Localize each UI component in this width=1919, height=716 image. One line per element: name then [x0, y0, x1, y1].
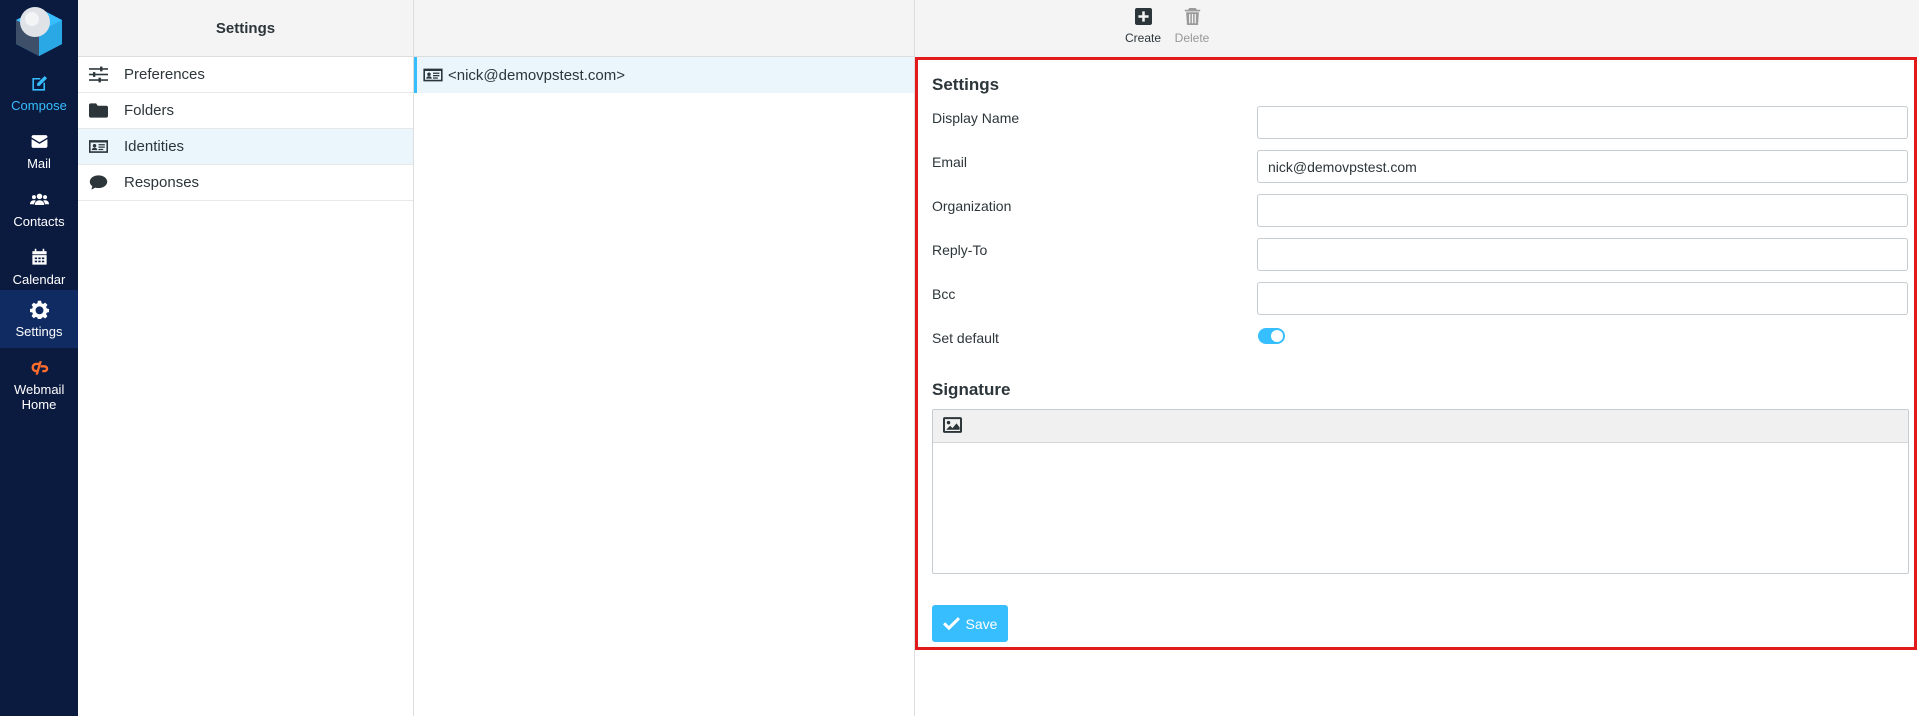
folder-icon: [88, 102, 108, 120]
settings-panel-title: Settings: [78, 0, 413, 57]
signature-textarea[interactable]: [933, 443, 1908, 573]
settings-item-label: Identities: [124, 138, 185, 155]
identity-list-item[interactable]: <nick@demovpstest.com>: [414, 57, 914, 93]
reply-to-label: Reply-To: [932, 242, 988, 258]
organization-label: Organization: [932, 198, 1012, 214]
id-card-icon: [423, 67, 448, 83]
checkmark-icon: [942, 617, 960, 631]
signature-editor: [932, 409, 1909, 574]
settings-item-folders[interactable]: Folders: [78, 93, 413, 129]
identities-panel-header: [414, 0, 914, 57]
compose-icon: [0, 74, 78, 96]
bcc-label: Bcc: [932, 286, 956, 302]
delete-button[interactable]: Delete: [1167, 8, 1217, 45]
insert-image-button[interactable]: [943, 417, 963, 435]
display-name-label: Display Name: [932, 110, 1020, 126]
settings-item-label: Responses: [124, 174, 200, 191]
nav-calendar-label: Calendar: [12, 272, 66, 287]
save-label: Save: [965, 615, 998, 632]
nav-calendar[interactable]: Calendar: [0, 238, 78, 296]
nav-settings-label: Settings: [15, 324, 63, 339]
identity-detail-panel: Create Delete Settings Display Name Emai…: [915, 0, 1919, 716]
id-card-icon: [88, 138, 108, 156]
delete-label: Delete: [1174, 31, 1210, 45]
users-icon: [0, 190, 78, 212]
nav-webmail-home[interactable]: Webmail Home: [0, 348, 78, 412]
settings-item-identities[interactable]: Identities: [78, 129, 413, 165]
set-default-toggle[interactable]: [1258, 328, 1285, 344]
settings-item-label: Folders: [124, 102, 175, 119]
signature-section-title: Signature: [932, 380, 1011, 399]
sliders-icon: [88, 66, 108, 84]
plus-square-icon: [1134, 8, 1152, 25]
trash-icon: [1184, 8, 1200, 25]
main-navigation: Compose Mail Contacts Calendar Settings …: [0, 0, 78, 716]
settings-item-label: Preferences: [124, 66, 205, 83]
set-default-label: Set default: [932, 330, 999, 346]
nav-contacts-label: Contacts: [13, 214, 65, 229]
save-button[interactable]: Save: [932, 605, 1008, 642]
identity-email-label: <nick@demovpstest.com>: [448, 66, 625, 84]
cpanel-icon: [0, 358, 78, 380]
nav-mail-label: Mail: [27, 156, 51, 171]
bcc-input[interactable]: [1257, 282, 1908, 315]
nav-contacts[interactable]: Contacts: [0, 180, 78, 238]
image-icon: [943, 417, 962, 433]
nav-compose[interactable]: Compose: [0, 64, 78, 122]
settings-item-preferences[interactable]: Preferences: [78, 57, 413, 93]
envelope-icon: [0, 132, 78, 154]
toolbar: Create Delete: [915, 0, 1919, 57]
reply-to-input[interactable]: [1257, 238, 1908, 271]
organization-input[interactable]: [1257, 194, 1908, 227]
email-input[interactable]: [1257, 150, 1908, 183]
settings-section-title: Settings: [932, 75, 1000, 94]
nav-webmail-home-label: Webmail Home: [14, 382, 65, 412]
identity-form: Settings Display Name Email Organization…: [915, 57, 1917, 650]
identities-list-panel: <nick@demovpstest.com>: [414, 0, 915, 716]
nav-mail[interactable]: Mail: [0, 122, 78, 180]
create-label: Create: [1124, 31, 1162, 45]
email-label: Email: [932, 154, 968, 170]
settings-list-panel: Settings Preferences Folders Identities …: [78, 0, 414, 716]
settings-item-responses[interactable]: Responses: [78, 165, 413, 201]
signature-toolbar: [933, 410, 1908, 443]
nav-settings[interactable]: Settings: [0, 290, 78, 348]
gear-icon: [0, 300, 78, 322]
comment-icon: [88, 174, 108, 192]
create-button[interactable]: Create: [1118, 8, 1168, 45]
roundcube-logo[interactable]: [12, 4, 66, 58]
nav-compose-label: Compose: [11, 98, 67, 113]
toggle-knob: [1271, 330, 1283, 342]
calendar-icon: [0, 248, 78, 270]
display-name-input[interactable]: [1257, 106, 1908, 139]
